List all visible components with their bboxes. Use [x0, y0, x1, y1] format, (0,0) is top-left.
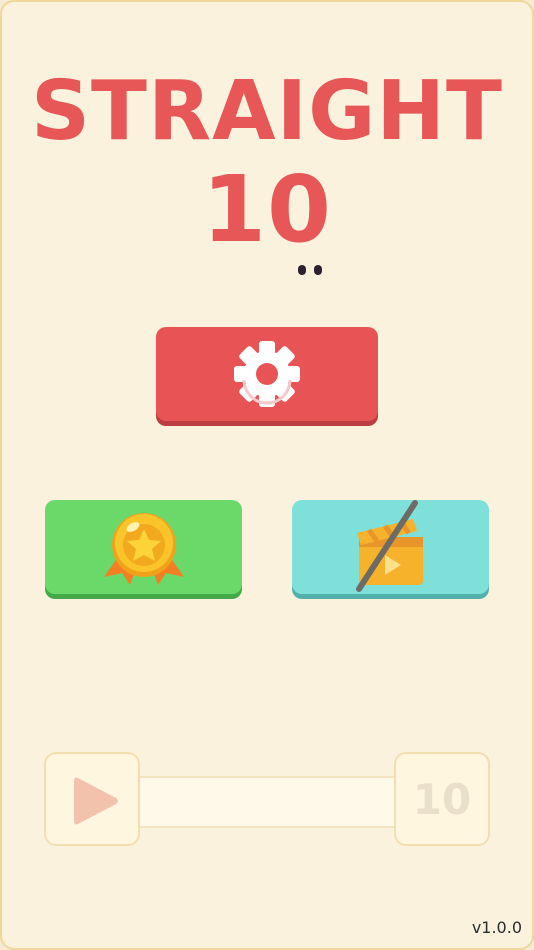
- title-straight: STRAIGHT: [31, 64, 503, 159]
- settings-button[interactable]: [156, 327, 378, 421]
- level-indicator: 10: [394, 752, 490, 846]
- gear-icon: [234, 341, 300, 407]
- medal-icon: [103, 513, 184, 585]
- level-track: [140, 776, 396, 828]
- version-label: v1.0.0: [471, 918, 522, 937]
- eyes-decoration: [297, 194, 330, 294]
- play-icon: [74, 777, 118, 825]
- achievements-button[interactable]: [45, 500, 242, 594]
- clapperboard-crossed-icon: [355, 500, 423, 592]
- play-button[interactable]: [44, 752, 140, 846]
- remove-ads-button[interactable]: [292, 500, 489, 594]
- play-level-bar: 10: [44, 752, 490, 848]
- title-number: 10: [0, 160, 534, 275]
